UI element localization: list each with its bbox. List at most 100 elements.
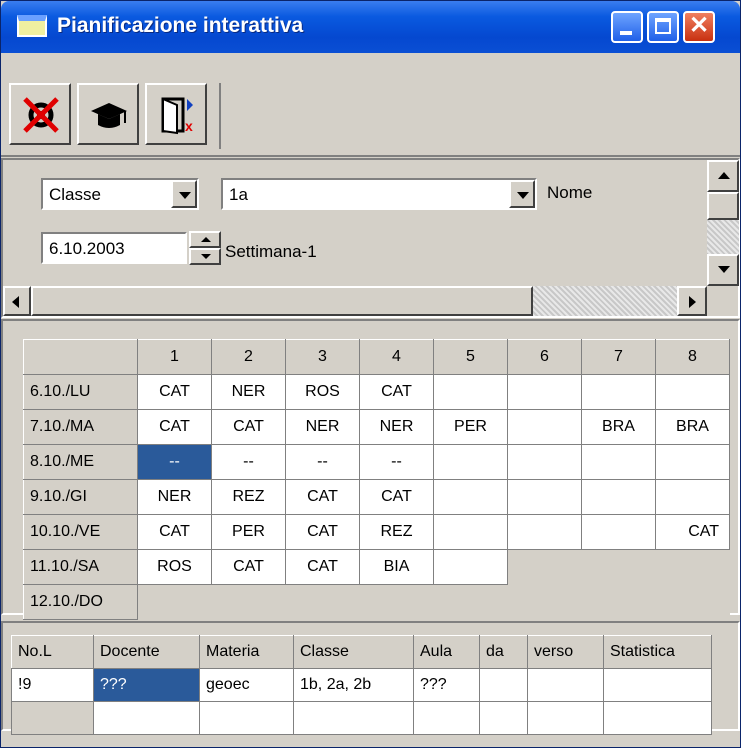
period-header[interactable]: 6 <box>507 339 582 375</box>
column-header[interactable]: Classe <box>293 635 414 669</box>
timetable-cell[interactable]: CAT <box>137 514 212 550</box>
timetable-cell[interactable]: REZ <box>211 479 286 515</box>
timetable-cell[interactable] <box>433 549 508 585</box>
period-header[interactable]: 7 <box>581 339 656 375</box>
scroll-thumb[interactable] <box>707 192 739 220</box>
horizontal-scroll-track[interactable] <box>533 286 677 316</box>
timetable-cell[interactable]: CAT <box>285 514 360 550</box>
lesson-cell[interactable]: ??? <box>93 668 200 702</box>
period-header[interactable]: 3 <box>285 339 360 375</box>
teacher-button[interactable] <box>77 83 139 145</box>
timetable-cell[interactable] <box>507 444 582 480</box>
column-header[interactable]: Statistica <box>603 635 712 669</box>
title-bar[interactable]: Pianificazione interattiva ✕ <box>1 1 740 53</box>
timetable-cell[interactable]: ROS <box>285 374 360 410</box>
timetable-cell[interactable] <box>581 374 656 410</box>
date-spinner[interactable] <box>189 231 221 265</box>
column-header[interactable]: No.L <box>11 635 94 669</box>
lesson-cell[interactable] <box>603 701 712 735</box>
timetable-cell[interactable] <box>507 514 582 550</box>
timetable-cell[interactable]: CAT <box>285 479 360 515</box>
timetable-cell[interactable]: -- <box>137 444 212 480</box>
column-header[interactable]: verso <box>527 635 604 669</box>
lesson-row[interactable] <box>11 701 712 735</box>
timetable-cell[interactable] <box>581 444 656 480</box>
lesson-cell[interactable]: geoec <box>199 668 294 702</box>
type-select-dropdown-button[interactable] <box>171 180 197 208</box>
timetable-cell[interactable]: BRA <box>655 409 730 445</box>
timetable-cell[interactable]: CAT <box>655 514 730 550</box>
element-select-dropdown-button[interactable] <box>509 180 535 208</box>
lesson-cell[interactable] <box>11 701 94 735</box>
timetable-cell[interactable]: NER <box>285 409 360 445</box>
timetable-cell[interactable] <box>433 514 508 550</box>
minimize-button[interactable] <box>611 11 643 43</box>
timetable-cell[interactable] <box>581 479 656 515</box>
filter-vertical-scrollbar[interactable] <box>707 160 739 286</box>
scroll-up-button[interactable] <box>707 160 739 192</box>
lesson-cell[interactable] <box>527 701 604 735</box>
lesson-cell[interactable] <box>199 701 294 735</box>
lesson-row[interactable]: !9??? geoec 1b, 2a, 2b??? <box>11 668 712 702</box>
lesson-cell[interactable]: !9 <box>11 668 94 702</box>
day-header[interactable]: 11.10./SA <box>23 549 138 585</box>
timetable-cell[interactable]: PER <box>433 409 508 445</box>
lesson-cell[interactable]: 1b, 2a, 2b <box>293 668 414 702</box>
lesson-cell[interactable] <box>293 701 414 735</box>
timetable-cell[interactable] <box>655 374 730 410</box>
lesson-cell[interactable] <box>603 668 712 702</box>
day-header[interactable]: 10.10./VE <box>23 514 138 550</box>
lesson-cell[interactable] <box>479 701 528 735</box>
date-field[interactable]: 6.10.2003 <box>41 232 187 264</box>
timetable-cell[interactable] <box>507 479 582 515</box>
column-header[interactable]: da <box>479 635 528 669</box>
timetable-cell[interactable]: PER <box>211 514 286 550</box>
timetable-cell[interactable]: REZ <box>359 514 434 550</box>
period-header[interactable]: 2 <box>211 339 286 375</box>
timetable-cell[interactable]: NER <box>137 479 212 515</box>
lesson-cell[interactable]: ??? <box>413 668 480 702</box>
element-select[interactable]: 1a <box>221 178 537 210</box>
timetable-cell[interactable]: CAT <box>211 409 286 445</box>
scroll-right-button[interactable] <box>677 286 707 316</box>
timetable-cell[interactable]: CAT <box>211 549 286 585</box>
filter-horizontal-scrollbar[interactable] <box>3 286 707 316</box>
scroll-left-button[interactable] <box>3 286 31 316</box>
timetable-cell[interactable] <box>655 444 730 480</box>
close-button[interactable]: ✕ <box>683 11 715 43</box>
day-header[interactable]: 7.10./MA <box>23 409 138 445</box>
column-header[interactable]: Materia <box>199 635 294 669</box>
lesson-cell[interactable] <box>479 668 528 702</box>
column-header[interactable]: Aula <box>413 635 480 669</box>
timetable-cell[interactable]: -- <box>285 444 360 480</box>
date-spin-up-button[interactable] <box>189 231 221 248</box>
lesson-cell[interactable] <box>93 701 200 735</box>
timetable-cell[interactable] <box>433 374 508 410</box>
timetable-cell[interactable]: BIA <box>359 549 434 585</box>
horizontal-scroll-thumb[interactable] <box>31 286 533 316</box>
day-header[interactable]: 9.10./GI <box>23 479 138 515</box>
lesson-cell[interactable] <box>527 668 604 702</box>
exit-button[interactable]: x <box>145 83 207 145</box>
timetable-cell[interactable]: -- <box>359 444 434 480</box>
day-header[interactable]: 12.10./DO <box>23 584 138 620</box>
scroll-down-button[interactable] <box>707 254 739 286</box>
timetable-cell[interactable] <box>507 374 582 410</box>
timetable-cell[interactable]: CAT <box>359 374 434 410</box>
period-header[interactable]: 5 <box>433 339 508 375</box>
period-header[interactable]: 4 <box>359 339 434 375</box>
period-header[interactable]: 8 <box>655 339 730 375</box>
date-spin-down-button[interactable] <box>189 248 221 265</box>
timetable-cell[interactable] <box>655 479 730 515</box>
timetable-cell[interactable]: NER <box>211 374 286 410</box>
delete-lesson-button[interactable] <box>9 83 71 145</box>
timetable-cell[interactable] <box>507 409 582 445</box>
timetable-cell[interactable]: NER <box>359 409 434 445</box>
timetable-cell[interactable] <box>433 444 508 480</box>
timetable-cell[interactable]: -- <box>211 444 286 480</box>
timetable-cell[interactable]: ROS <box>137 549 212 585</box>
timetable-cell[interactable]: CAT <box>137 409 212 445</box>
timetable-cell[interactable]: CAT <box>137 374 212 410</box>
type-select[interactable]: Classe <box>41 178 199 210</box>
timetable-cell[interactable]: CAT <box>359 479 434 515</box>
